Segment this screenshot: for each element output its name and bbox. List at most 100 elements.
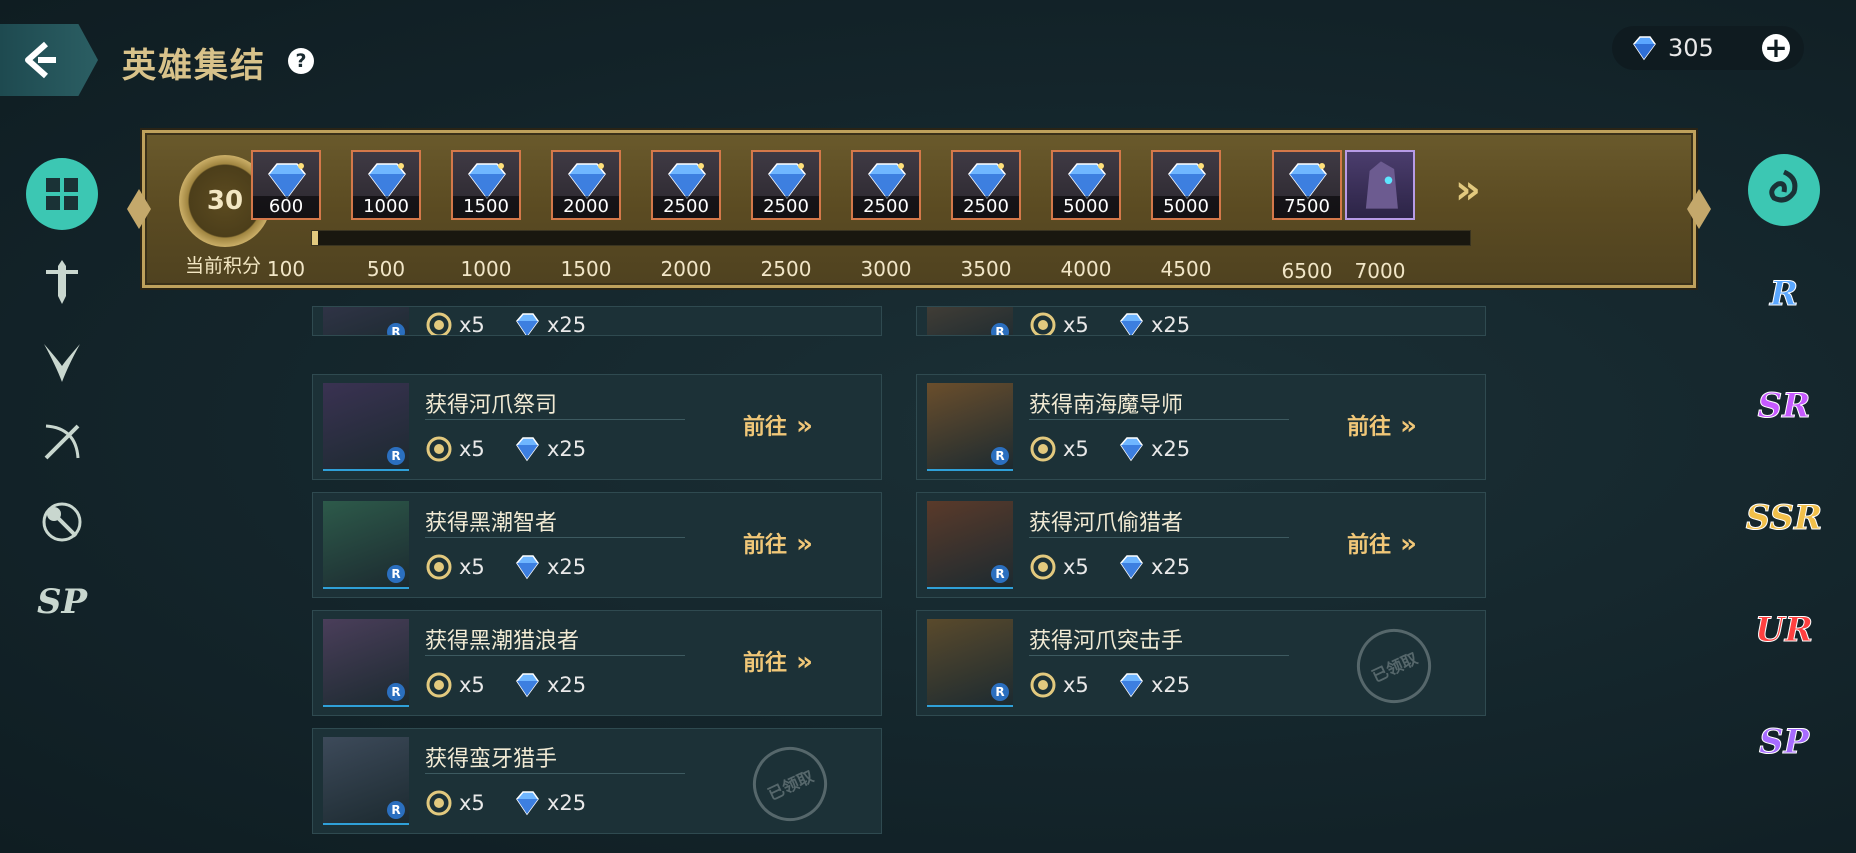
current-points: 30 xyxy=(206,186,244,216)
diamond-reward-slot[interactable]: 2500 xyxy=(851,150,921,220)
double-chevron-icon: » xyxy=(787,529,813,559)
diamond-reward-slot[interactable]: 5000 xyxy=(1151,150,1221,220)
hero-portrait: R xyxy=(323,307,409,335)
diamond-reward-slot[interactable]: 600 xyxy=(251,150,321,220)
rarity-r-badge-icon: R xyxy=(991,447,1009,465)
double-chevron-icon: » xyxy=(787,411,813,441)
points-token-icon xyxy=(426,790,452,816)
hero-portrait: R xyxy=(927,619,1013,707)
track-left-arrow[interactable] xyxy=(127,189,151,229)
task-card: R 获得黑潮智者 x5 x25 前往 » xyxy=(312,492,882,598)
points-reward-value: x5 xyxy=(459,313,485,336)
diamond-icon xyxy=(516,555,539,580)
go-button[interactable]: 前往 » xyxy=(743,527,813,559)
more-rewards-arrow-icon: » xyxy=(1455,167,1481,213)
rarity-sp-icon[interactable]: SP xyxy=(1748,706,1820,778)
diamond-icon xyxy=(1120,555,1143,580)
rarity-ur-icon[interactable]: UR xyxy=(1748,594,1820,666)
divider xyxy=(425,773,685,774)
points-token-icon xyxy=(426,672,452,698)
points-reward-value: x5 xyxy=(459,437,485,461)
hero-portrait: R xyxy=(927,383,1013,471)
claimed-stamp: 已领取 xyxy=(740,734,840,834)
divider xyxy=(425,419,685,420)
support-class-icon[interactable] xyxy=(26,486,98,558)
diamond-icon xyxy=(568,163,606,200)
diamond-icon xyxy=(668,163,706,200)
threshold-label: 4500 xyxy=(1160,257,1212,281)
hero-portrait: R xyxy=(323,383,409,471)
diamond-icon xyxy=(1289,163,1327,200)
rarity-r-icon[interactable]: R xyxy=(1748,258,1820,330)
task-title: 获得黑潮智者 xyxy=(425,511,558,536)
diamond-icon xyxy=(268,163,306,200)
go-button[interactable]: 前往 » xyxy=(1347,527,1417,559)
diamond-icon xyxy=(516,791,539,816)
rarity-r-badge-icon: R xyxy=(387,447,405,465)
diamond-icon xyxy=(768,163,806,200)
archer-class-icon[interactable] xyxy=(26,406,98,478)
diamond-reward-slot[interactable]: 1500 xyxy=(451,150,521,220)
task-title: 获得河爪祭司 xyxy=(425,393,558,418)
points-token-icon xyxy=(426,436,452,462)
diamond-icon xyxy=(1168,163,1206,200)
progress-fill xyxy=(312,231,318,245)
diamond-reward-slot[interactable]: 2500 xyxy=(651,150,721,220)
rarity-sr-icon[interactable]: SR xyxy=(1748,370,1820,442)
diamond-reward-slot[interactable]: 2500 xyxy=(751,150,821,220)
points-token-icon xyxy=(1030,312,1056,335)
task-title: 获得黑潮猎浪者 xyxy=(425,629,580,654)
all-rarity-icon[interactable] xyxy=(1748,154,1820,226)
diamond-reward-slot[interactable]: 2500 xyxy=(951,150,1021,220)
back-button[interactable] xyxy=(0,24,98,96)
go-button[interactable]: 前往 » xyxy=(1347,409,1417,441)
hero-portrait: R xyxy=(927,501,1013,589)
sp-class-icon[interactable]: SP xyxy=(26,566,98,638)
question-icon[interactable]: ? xyxy=(288,48,314,74)
threshold-label: 2000 xyxy=(660,257,712,281)
currency-amount: 305 xyxy=(1668,34,1714,62)
go-button-label: 前往 xyxy=(743,533,788,558)
go-button[interactable]: 前往 » xyxy=(743,645,813,677)
points-token-icon xyxy=(1030,672,1056,698)
hero-reward-slot[interactable] xyxy=(1345,150,1415,220)
reward-amount: 2500 xyxy=(853,196,919,218)
assassin-class-icon[interactable] xyxy=(26,326,98,398)
divider xyxy=(1029,419,1289,420)
diamond-reward-value: x25 xyxy=(547,673,587,697)
points-reward-value: x5 xyxy=(1063,555,1089,579)
diamond-reward-slot[interactable]: 2000 xyxy=(551,150,621,220)
add-currency-button[interactable]: + xyxy=(1762,34,1790,62)
threshold-label: 4000 xyxy=(1060,257,1112,281)
divider xyxy=(1029,655,1289,656)
points-reward-value: x5 xyxy=(1063,673,1089,697)
diamond-icon xyxy=(368,163,406,200)
diamond-reward-slot[interactable]: 5000 xyxy=(1051,150,1121,220)
diamond-reward-slot[interactable]: 7500 xyxy=(1272,150,1342,220)
threshold-label: 2500 xyxy=(760,257,812,281)
double-chevron-icon: » xyxy=(787,647,813,677)
diamond-icon xyxy=(1633,36,1656,61)
threshold-label: 6500 xyxy=(1281,259,1333,283)
points-reward-value: x5 xyxy=(459,673,485,697)
go-button[interactable]: 前往 » xyxy=(743,409,813,441)
rarity-r-badge-icon: R xyxy=(991,323,1009,335)
divider xyxy=(425,537,685,538)
threshold-label: 100 xyxy=(266,257,306,281)
threshold-label: 1000 xyxy=(460,257,512,281)
rarity-r-badge-icon: R xyxy=(991,565,1009,583)
track-right-arrow[interactable] xyxy=(1687,189,1711,229)
task-card: Rx5 x25 xyxy=(916,306,1486,336)
diamond-reward-value: x25 xyxy=(1151,437,1191,461)
reward-amount: 7500 xyxy=(1274,196,1340,218)
reward-amount: 1000 xyxy=(353,196,419,218)
all-category-icon[interactable] xyxy=(26,158,98,230)
task-card: R 获得河爪偷猎者 x5 x25 前往 » xyxy=(916,492,1486,598)
page-title: 英雄集结 xyxy=(122,46,266,86)
diamond-reward-slot[interactable]: 1000 xyxy=(351,150,421,220)
rarity-ssr-icon[interactable]: SSR xyxy=(1745,482,1823,554)
warrior-class-icon[interactable] xyxy=(26,246,98,318)
points-token-icon xyxy=(426,312,452,335)
double-chevron-icon: » xyxy=(1391,529,1417,559)
diamond-icon xyxy=(968,163,1006,200)
